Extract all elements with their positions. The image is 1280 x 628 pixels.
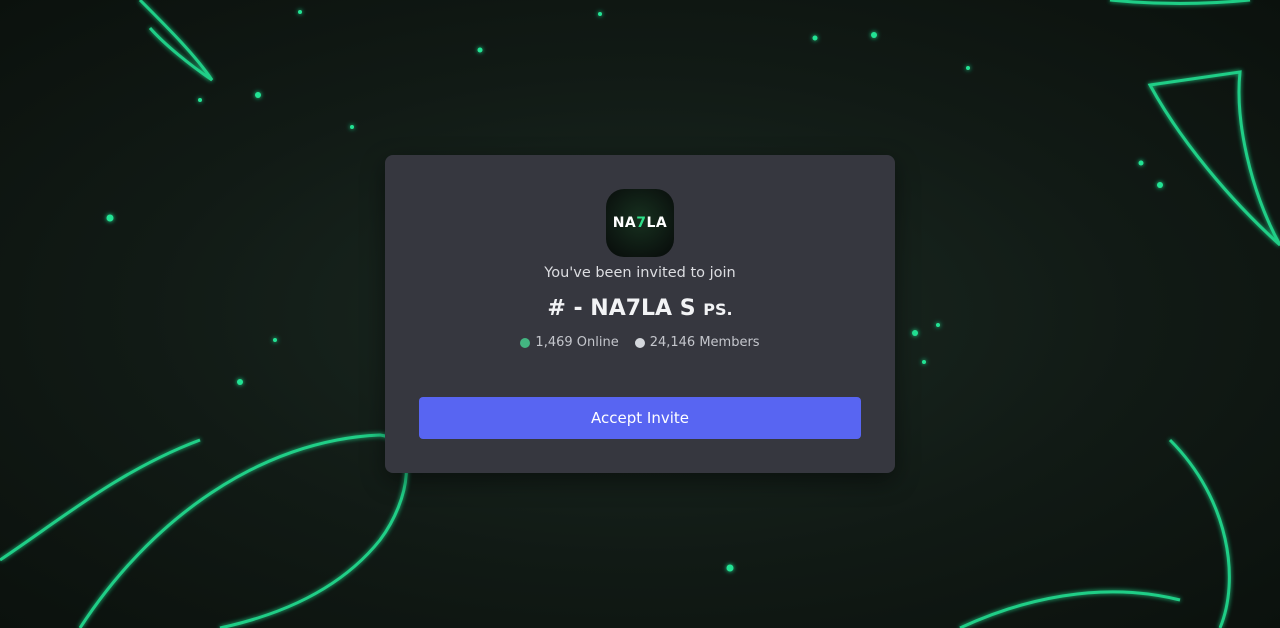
server-logo-text-main: NA bbox=[612, 215, 637, 231]
bg-curve-bottom-right-2 bbox=[959, 590, 1181, 628]
server-name: # - NA7LA S PS. bbox=[385, 296, 895, 321]
server-logo-text-end: LA bbox=[646, 215, 668, 231]
server-logo-icon: NA 7 LA bbox=[606, 189, 674, 257]
server-logo-text-accent: 7 bbox=[636, 215, 647, 231]
online-count-label: 1,469 Online bbox=[535, 335, 619, 350]
online-status-dot bbox=[520, 337, 531, 348]
bg-swoosh-top-left bbox=[138, 0, 214, 82]
server-name-main: # - NA7LA S bbox=[547, 296, 696, 321]
bg-triangle-right bbox=[1147, 70, 1280, 247]
bg-curve-bottom-left bbox=[78, 433, 408, 628]
server-stats: 1,469 Online 24,146 Members bbox=[385, 335, 895, 350]
invite-subtitle: You've been invited to join bbox=[544, 265, 736, 281]
members-status-dot bbox=[634, 337, 645, 348]
bg-arc-top-right bbox=[1109, 0, 1251, 5]
online-count: 1,469 Online bbox=[520, 335, 619, 350]
accept-invite-button[interactable]: Accept Invite bbox=[419, 397, 861, 439]
member-count: 24,146 Members bbox=[634, 335, 760, 350]
member-count-label: 24,146 Members bbox=[649, 335, 760, 350]
server-name-suffix: PS. bbox=[703, 300, 733, 319]
invite-card: NA 7 LA You've been invited to join # - NA… bbox=[385, 155, 895, 473]
bg-curve-left bbox=[0, 438, 201, 562]
